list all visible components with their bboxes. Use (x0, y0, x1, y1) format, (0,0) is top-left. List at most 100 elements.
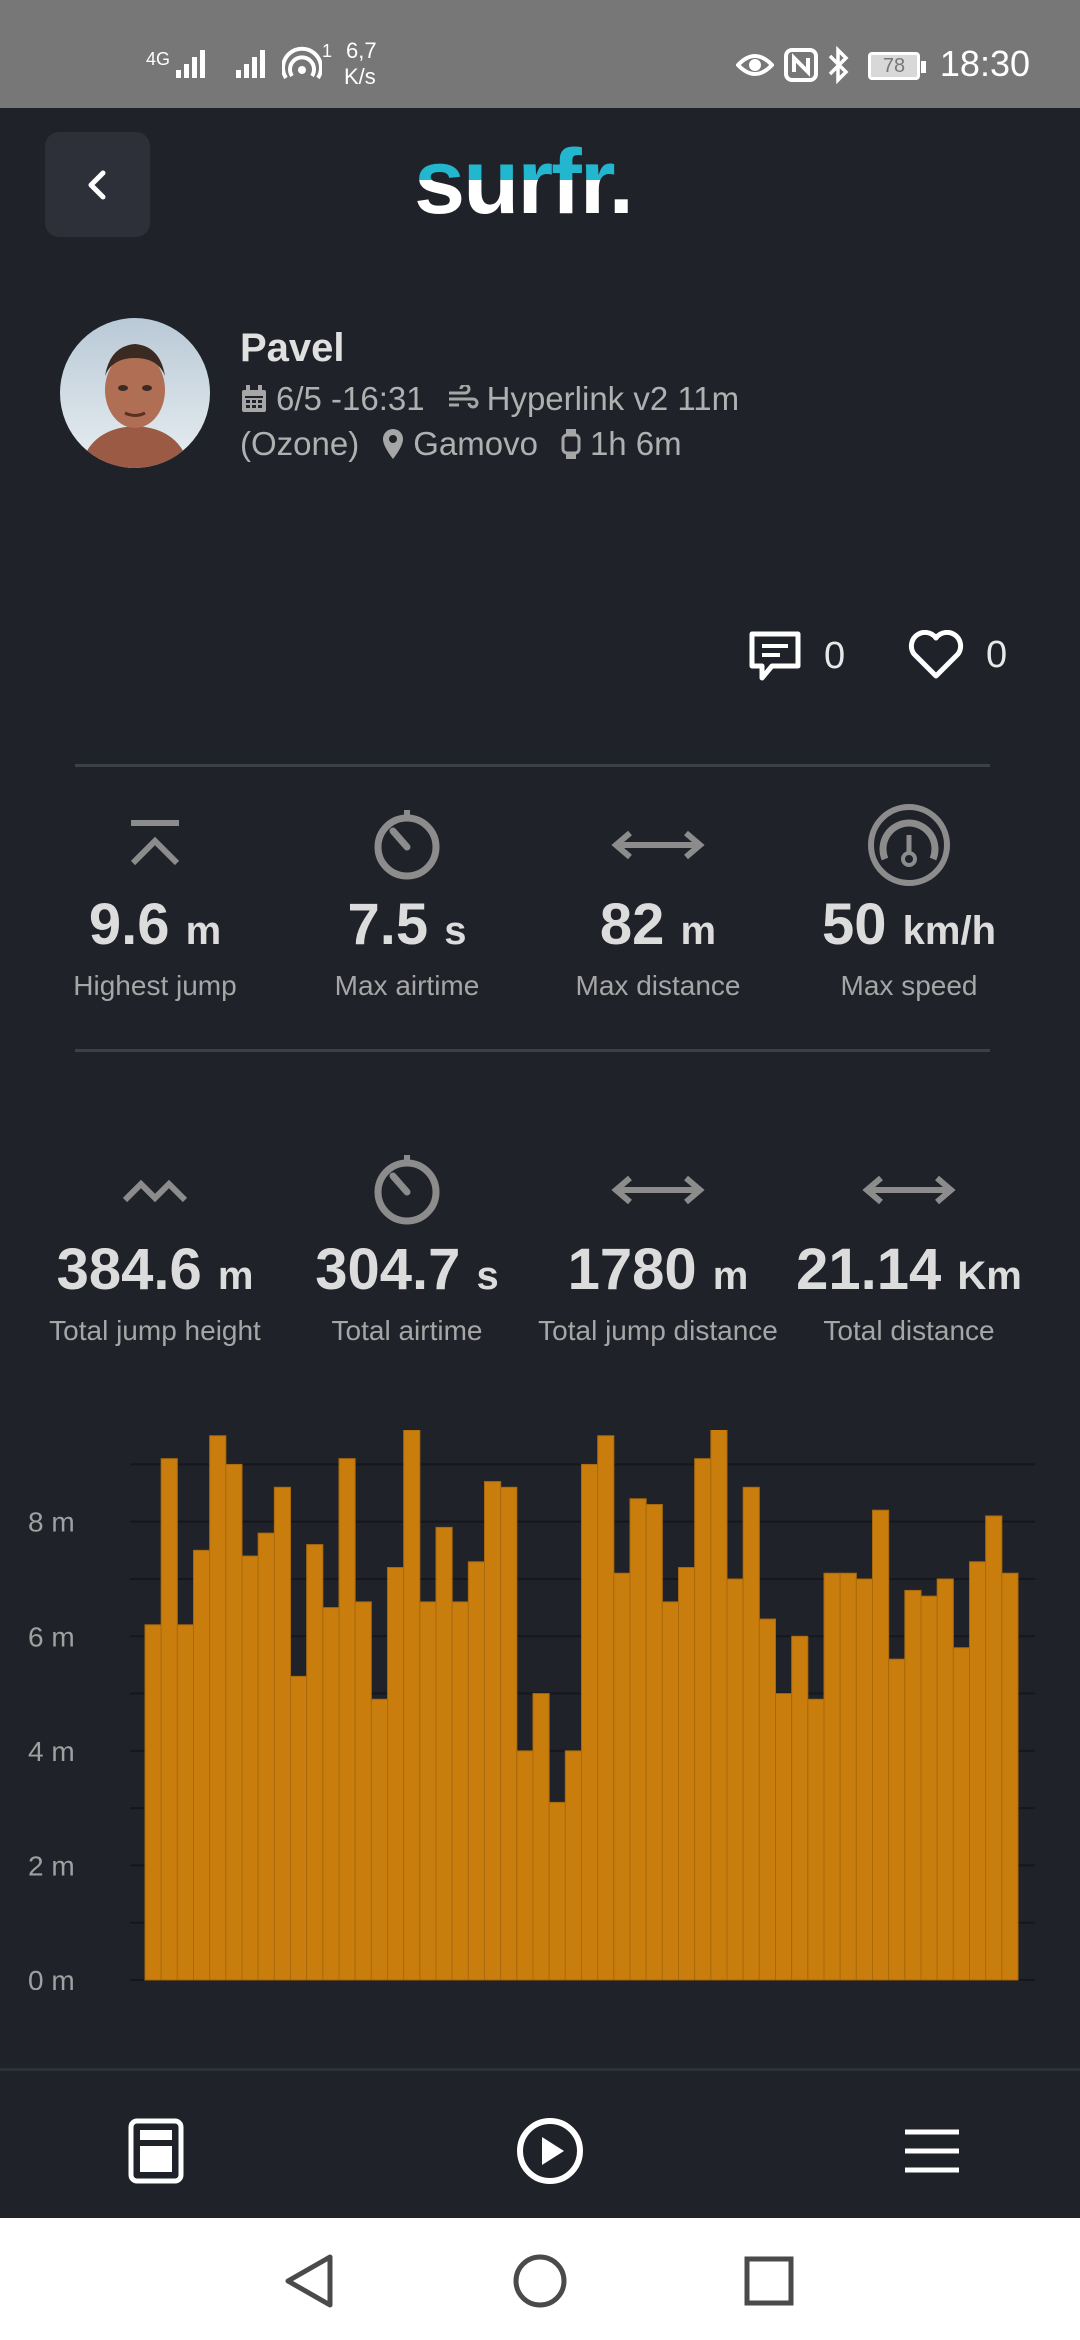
stat-label: Total airtime (331, 1315, 483, 1346)
stat-max-distance: 82 m Max distance (533, 800, 783, 1006)
hotspot-count: 1 (322, 41, 333, 61)
chart-bar[interactable] (257, 1532, 275, 1981)
stat-total-jump-distance: 1780 m Total jump distance (533, 1145, 783, 1351)
chart-bar[interactable] (969, 1561, 987, 1981)
chart-bar[interactable] (322, 1607, 340, 1981)
chart-bar[interactable] (775, 1693, 793, 1981)
chart-bar[interactable] (710, 1430, 728, 1981)
chart-bar[interactable] (839, 1572, 857, 1981)
system-back-button[interactable] (274, 2246, 344, 2316)
network-type: 4G (146, 49, 171, 69)
play-icon (517, 2118, 583, 2184)
chart-bar[interactable] (742, 1486, 760, 1981)
stat-label: Max distance (575, 970, 741, 1001)
session-date: 6/5 -16:31 (276, 380, 425, 417)
chart-bar[interactable] (613, 1572, 631, 1981)
chart-bar[interactable] (290, 1675, 308, 1981)
back-button[interactable] (45, 132, 150, 237)
chart-bar[interactable] (629, 1498, 647, 1981)
chart-bar[interactable] (273, 1486, 292, 1981)
location-name: Gamovo (413, 425, 538, 462)
system-recents-button[interactable] (734, 2246, 804, 2316)
session-card-icon (128, 2118, 184, 2184)
chart-bar[interactable] (516, 1750, 534, 1981)
chart-bar[interactable] (370, 1698, 389, 1981)
sessions-tab[interactable] (116, 2111, 196, 2191)
stat-label: Max airtime (334, 970, 480, 1001)
chart-bar[interactable] (661, 1601, 679, 1981)
timer-icon (374, 1155, 440, 1225)
play-tab[interactable] (510, 2111, 590, 2191)
distance-arrow-icon (862, 1175, 956, 1205)
chart-bar[interactable] (354, 1601, 372, 1981)
chart-bar[interactable] (694, 1458, 712, 1981)
chart-bar[interactable] (387, 1567, 405, 1981)
stat-unit: m (217, 1254, 254, 1298)
chevron-left-icon (88, 170, 105, 199)
chart-bar[interactable] (985, 1515, 1003, 1981)
chart-bar[interactable] (338, 1458, 356, 1981)
chart-bar[interactable] (936, 1578, 954, 1981)
chart-bar[interactable] (758, 1618, 776, 1981)
stat-label: Highest jump (73, 970, 237, 1001)
stat-value: 7.5 (347, 892, 429, 957)
system-home-button[interactable] (505, 2246, 575, 2316)
chart-bar[interactable] (807, 1698, 825, 1981)
bluetooth-icon (828, 46, 849, 84)
chart-bar[interactable] (823, 1572, 841, 1981)
chart-bar[interactable] (791, 1635, 809, 1981)
chart-bar[interactable] (872, 1509, 890, 1981)
chart-bar[interactable] (160, 1458, 178, 1981)
chart-bar[interactable] (403, 1430, 421, 1981)
jump-height-icon (130, 820, 180, 866)
chart-bar[interactable] (564, 1750, 582, 1981)
chart-bar[interactable] (548, 1801, 566, 1981)
chart-bar[interactable] (419, 1601, 437, 1981)
chart-bar[interactable] (451, 1601, 469, 1981)
watch-icon (561, 429, 581, 459)
eye-icon (736, 54, 774, 76)
chart-bar[interactable] (581, 1463, 599, 1981)
chart-bar[interactable] (532, 1693, 550, 1981)
chart-bar[interactable] (678, 1567, 696, 1981)
stat-total-jump-height: 384.6 m Total jump height (30, 1145, 280, 1351)
circle-home-icon (513, 2254, 567, 2308)
stat-highest-jump: 9.6 m Highest jump (30, 800, 280, 1006)
like-button[interactable]: 0 (908, 630, 1007, 680)
session-meta-line-2: (Ozone) Gamovo 1h 6m (240, 425, 682, 463)
stat-value: 304.7 (315, 1237, 461, 1302)
chart-bar[interactable] (597, 1435, 615, 1981)
chart-bar[interactable] (855, 1578, 873, 1981)
chart-bar[interactable] (193, 1549, 211, 1981)
stat-value: 9.6 (88, 892, 170, 957)
stat-unit: Km (957, 1254, 1022, 1298)
stat-unit: m (680, 909, 717, 953)
comments-button[interactable]: 0 (748, 630, 845, 682)
chart-bar[interactable] (306, 1544, 324, 1981)
user-avatar[interactable] (60, 318, 210, 468)
stat-unit: m (185, 909, 222, 953)
menu-tab[interactable] (892, 2111, 972, 2191)
likes-count: 0 (986, 633, 1008, 676)
signal-icon-2 (236, 50, 265, 78)
chart-bar[interactable] (888, 1658, 906, 1981)
chart-bar[interactable] (467, 1561, 486, 1981)
chart-bar[interactable] (904, 1589, 922, 1981)
chart-bar[interactable] (484, 1481, 502, 1981)
chart-bar[interactable] (209, 1435, 227, 1981)
chart-bar[interactable] (500, 1486, 518, 1981)
heart-icon (908, 630, 964, 679)
chart-bar[interactable] (144, 1624, 162, 1981)
chart-bar[interactable] (241, 1555, 259, 1981)
chart-bar[interactable] (952, 1647, 970, 1981)
chart-bar[interactable] (225, 1463, 243, 1981)
chart-bar[interactable] (176, 1624, 194, 1981)
chart-bar[interactable] (1001, 1572, 1019, 1981)
chart-bar[interactable] (726, 1578, 744, 1981)
total-jump-icon (122, 1179, 188, 1203)
chart-bar[interactable] (920, 1595, 938, 1981)
chart-bar[interactable] (435, 1526, 453, 1981)
stat-label: Total jump distance (538, 1315, 778, 1346)
y-tick-label: 8 m (28, 1507, 75, 1538)
chart-bar[interactable] (645, 1503, 663, 1981)
